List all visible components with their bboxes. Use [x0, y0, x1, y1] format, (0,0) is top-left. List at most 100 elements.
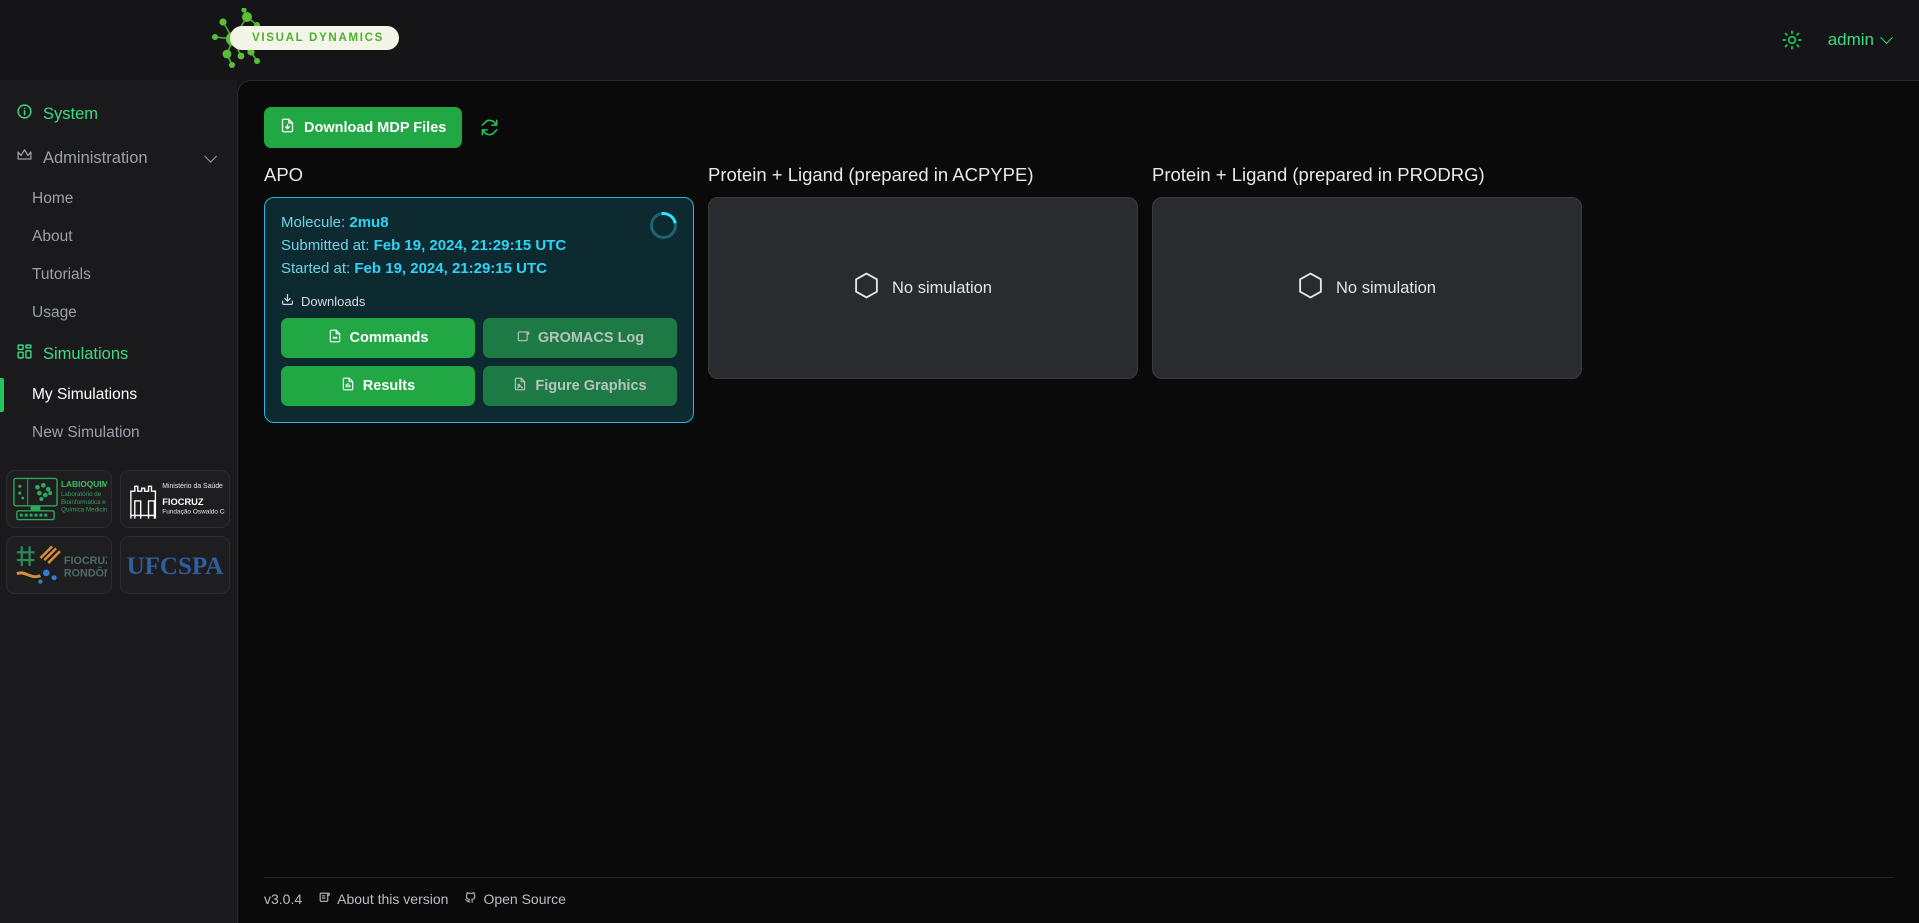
sidebar-group-system-label: System — [43, 105, 221, 124]
app-body: System Administration Home About Tutoria… — [0, 80, 1919, 923]
svg-text:LABIOQUIM: LABIOQUIM — [61, 479, 107, 489]
submitted-label: Submitted at: — [281, 237, 369, 254]
header-actions: admin — [1782, 0, 1891, 80]
svg-text:Fundação Oswaldo Cruz: Fundação Oswaldo Cruz — [162, 509, 225, 516]
user-menu[interactable]: admin — [1828, 30, 1891, 50]
github-icon — [464, 891, 477, 907]
sidebar-group-administration[interactable]: Administration — [0, 136, 237, 180]
open-source-link[interactable]: Open Source — [464, 891, 566, 907]
commands-button[interactable]: Commands — [281, 318, 475, 358]
download-mdp-files-label: Download MDP Files — [304, 120, 446, 136]
about-version-label: About this version — [337, 891, 448, 907]
brand-logo[interactable]: VISUAL DYNAMICS — [205, 8, 295, 70]
version-label: v3.0.4 — [264, 891, 302, 907]
empty-label-prodrg: No simulation — [1336, 279, 1436, 298]
sidebar-item-about[interactable]: About — [0, 218, 237, 256]
card-action-buttons: Commands GROMACS Log — [281, 318, 677, 406]
svg-text:Química Medicinal: Química Medicinal — [61, 507, 107, 514]
sidebar-group-administration-label: Administration — [43, 149, 194, 168]
main-filler — [264, 423, 1893, 877]
user-menu-label: admin — [1828, 30, 1874, 50]
ufcspa-logo[interactable]: UFCSPA — [120, 536, 230, 594]
sidebar-group-simulations[interactable]: Simulations — [0, 332, 237, 376]
empty-simulation-card-prodrg: No simulation — [1152, 197, 1582, 379]
file-download-icon — [280, 118, 295, 137]
download-icon — [281, 293, 294, 309]
started-value: Feb 19, 2024, 21:29:15 UTC — [354, 260, 547, 277]
sidebar-partner-logos: LABIOQUIM Laboratório de Bioinformática … — [0, 470, 237, 594]
sidebar-item-usage[interactable]: Usage — [0, 294, 237, 332]
sidebar-item-about-label: About — [32, 228, 73, 245]
main-content: Download MDP Files APO Molecul — [237, 80, 1919, 923]
sidebar-item-tutorials-label: Tutorials — [32, 266, 91, 283]
labioquim-logo[interactable]: LABIOQUIM Laboratório de Bioinformática … — [6, 470, 112, 528]
brand-name: VISUAL DYNAMICS — [230, 26, 399, 50]
figure-graphics-button-label: Figure Graphics — [535, 378, 646, 394]
simulation-column-prodrg: Protein + Ligand (prepared in PRODRG) No… — [1152, 164, 1582, 423]
certificate-icon — [318, 891, 331, 907]
simulation-columns: APO Molecule: 2mu8 Submitted at: Feb 19,… — [264, 164, 1893, 423]
gromacs-log-button-label: GROMACS Log — [538, 330, 644, 346]
svg-text:Laboratório de: Laboratório de — [61, 491, 102, 498]
scroll-icon — [516, 329, 530, 347]
sidebar-item-home[interactable]: Home — [0, 180, 237, 218]
info-circle-icon — [16, 103, 33, 125]
started-row: Started at: Feb 19, 2024, 21:29:15 UTC — [281, 258, 677, 281]
column-title-apo: APO — [264, 164, 694, 186]
submitted-value: Feb 19, 2024, 21:29:15 UTC — [374, 237, 567, 254]
sidebar-item-home-label: Home — [32, 190, 73, 207]
app-root: VISUAL DYNAMICS admin — [0, 0, 1919, 923]
empty-simulation-card-acpype: No simulation — [708, 197, 1138, 379]
downloads-section-label: Downloads — [281, 293, 677, 309]
svg-text:Ministério da Saúde: Ministério da Saúde — [162, 483, 223, 490]
footer: v3.0.4 About this version O — [264, 877, 1893, 923]
svg-text:Bioinformática e: Bioinformática e — [61, 499, 106, 506]
sidebar-spacer — [0, 452, 237, 470]
grid-icon — [16, 343, 33, 365]
app-header: VISUAL DYNAMICS admin — [0, 0, 1919, 80]
image-file-icon — [513, 377, 527, 395]
results-button-label: Results — [363, 378, 415, 394]
chart-file-icon — [341, 377, 355, 395]
svg-text:FIOCRUZ: FIOCRUZ — [64, 555, 107, 567]
molecule-row: Molecule: 2mu8 — [281, 212, 677, 235]
sidebar-group-simulations-label: Simulations — [43, 345, 221, 364]
refresh-icon[interactable] — [478, 116, 501, 139]
sidebar-filler — [0, 594, 237, 923]
fiocruz-logo[interactable]: Ministério da Saúde FIOCRUZ Fundação Osw… — [120, 470, 230, 528]
sidebar: System Administration Home About Tutoria… — [0, 80, 237, 923]
sun-icon[interactable] — [1782, 30, 1802, 50]
sidebar-item-usage-label: Usage — [32, 304, 77, 321]
results-button[interactable]: Results — [281, 366, 475, 406]
sidebar-item-new-simulation-label: New Simulation — [32, 424, 140, 441]
open-source-label: Open Source — [483, 891, 566, 907]
simulation-card-apo: Molecule: 2mu8 Submitted at: Feb 19, 202… — [264, 197, 694, 423]
downloads-label-text: Downloads — [301, 294, 365, 309]
commands-button-label: Commands — [350, 330, 429, 346]
svg-text:FIOCRUZ: FIOCRUZ — [162, 497, 204, 507]
svg-text:RONDÔNIA: RONDÔNIA — [64, 567, 107, 580]
file-code-icon — [328, 329, 342, 347]
toolbar: Download MDP Files — [264, 107, 1893, 148]
gromacs-log-button[interactable]: GROMACS Log — [483, 318, 677, 358]
sidebar-item-tutorials[interactable]: Tutorials — [0, 256, 237, 294]
empty-label-acpype: No simulation — [892, 279, 992, 298]
column-title-acpype: Protein + Ligand (prepared in ACPYPE) — [708, 164, 1138, 186]
hexagon-icon — [1298, 272, 1323, 304]
sidebar-item-my-simulations-label: My Simulations — [32, 386, 137, 403]
hexagon-icon — [854, 272, 879, 304]
chevron-down-icon — [204, 150, 217, 163]
sidebar-item-new-simulation[interactable]: New Simulation — [0, 414, 237, 452]
started-label: Started at: — [281, 260, 350, 277]
about-version-link[interactable]: About this version — [318, 891, 448, 907]
sidebar-item-my-simulations[interactable]: My Simulations — [0, 376, 237, 414]
sidebar-group-system[interactable]: System — [0, 92, 237, 136]
molecule-value: 2mu8 — [349, 214, 388, 231]
figure-graphics-button[interactable]: Figure Graphics — [483, 366, 677, 406]
simulation-column-acpype: Protein + Ligand (prepared in ACPYPE) No… — [708, 164, 1138, 423]
column-title-prodrg: Protein + Ligand (prepared in PRODRG) — [1152, 164, 1582, 186]
svg-text:UFCSPA: UFCSPA — [127, 553, 224, 580]
submitted-row: Submitted at: Feb 19, 2024, 21:29:15 UTC — [281, 235, 677, 258]
fiocruz-rondonia-logo[interactable]: FIOCRUZ RONDÔNIA — [6, 536, 112, 594]
download-mdp-files-button[interactable]: Download MDP Files — [264, 107, 462, 148]
